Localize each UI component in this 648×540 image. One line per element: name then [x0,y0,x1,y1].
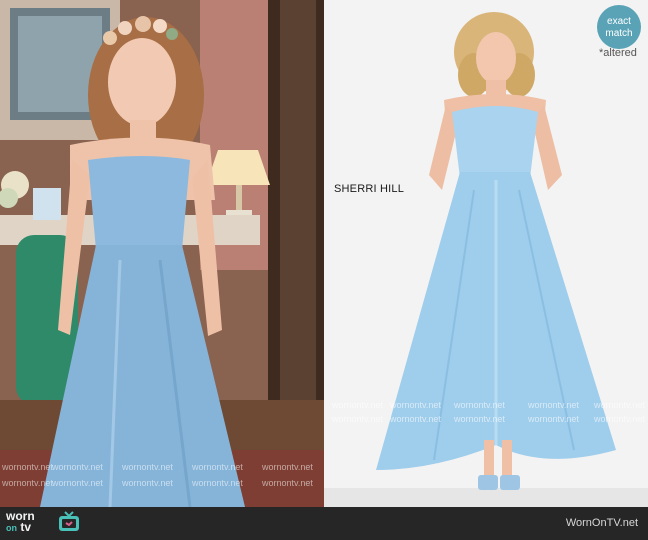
watermark-text: wornontv.net [594,414,645,424]
badge-line-2: match [605,28,633,39]
watermark-text: wornontv.net [2,462,53,472]
left-photo-girl-blue-dress: wornontv.net wornontv.net wornontv.net w… [0,0,324,507]
badge-line-1: exact [607,16,631,27]
watermark-text: wornontv.net [332,414,383,424]
watermark-text: wornontv.net [192,478,243,488]
altered-note: *altered [599,47,637,59]
watermark-text: wornontv.net [52,478,103,488]
exact-match-badge: exact match [597,5,641,49]
watermark-text: wornontv.net [454,414,505,424]
watermark-text: wornontv.net [52,462,103,472]
wornontv-logo[interactable]: worn on tv [6,510,35,534]
watermark-text: wornontv.net [122,462,173,472]
watermark-text: wornontv.net [192,462,243,472]
watermark-text: wornontv.net [528,414,579,424]
watermark-text: wornontv.net [528,400,579,410]
footer-bar [0,507,648,540]
site-name[interactable]: WornOnTV.net [566,517,638,529]
watermark-text: wornontv.net [262,462,313,472]
logo-word-tv: tv [20,520,32,534]
logo-word-on: on [6,523,17,533]
watermark-text: wornontv.net [262,478,313,488]
watermark-text: wornontv.net [390,400,441,410]
watermark-text: wornontv.net [390,414,441,424]
watermark-text: wornontv.net [454,400,505,410]
watermark-text: wornontv.net [332,400,383,410]
right-photo-illustration [324,0,648,507]
tv-icon [59,511,79,531]
watermark-text: wornontv.net [2,478,53,488]
right-photo-model-gown: wornontv.net wornontv.net wornontv.net w… [324,0,648,507]
watermark-text: wornontv.net [594,400,645,410]
left-photo-illustration [0,0,324,507]
brand-name: SHERRI HILL [334,183,405,195]
watermark-text: wornontv.net [122,478,173,488]
